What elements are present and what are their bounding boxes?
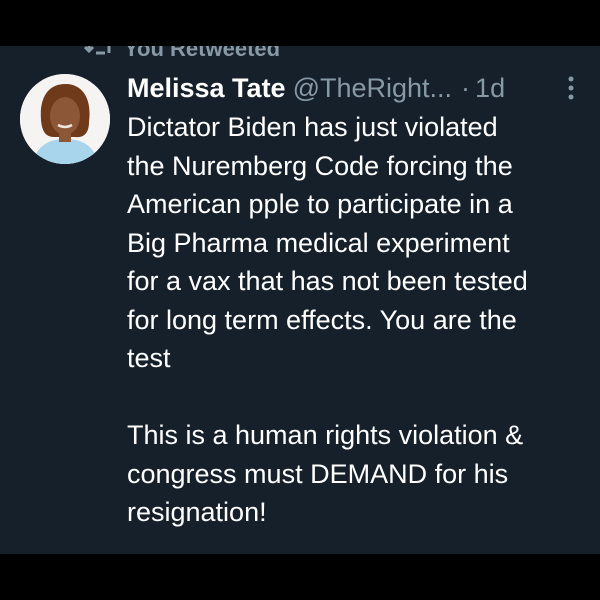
- tweet-header: Melissa Tate @TheRight... · 1d: [127, 68, 582, 108]
- more-options-icon[interactable]: [560, 72, 582, 104]
- tweet-line: This is a human rights violation &: [127, 420, 524, 450]
- separator-dot: ·: [461, 72, 471, 103]
- tweet-line: Big Pharma medical experiment: [127, 227, 510, 258]
- tweet-line: Dictator Biden has just violated: [127, 112, 498, 142]
- tweet-line: the Nuremberg Code forcing the: [127, 150, 513, 181]
- tweet-line: congress must DEMAND for his: [127, 458, 509, 489]
- tweet-line: for a vax that has not been tested: [127, 266, 528, 296]
- tweet-line: for long term effects. You are the: [127, 304, 517, 335]
- tweet-text: Dictator Biden has just violated the Nur…: [127, 108, 587, 532]
- author-handle[interactable]: @TheRight...: [293, 73, 452, 104]
- retweet-indicator: You Retweeted: [83, 46, 281, 64]
- retweet-icon: [83, 46, 124, 63]
- retweet-label: You Retweeted: [124, 46, 281, 61]
- avatar[interactable]: [20, 74, 110, 164]
- author-name[interactable]: Melissa Tate: [127, 73, 286, 104]
- tweet-line: resignation!: [127, 497, 267, 527]
- tweet-line: American pple to participate in a: [127, 189, 513, 219]
- tweet-panel: You Retweeted Melissa Tate @TheRight... …: [0, 46, 600, 554]
- tweet-line: test: [127, 343, 171, 373]
- tweet-time[interactable]: 1d: [475, 73, 505, 104]
